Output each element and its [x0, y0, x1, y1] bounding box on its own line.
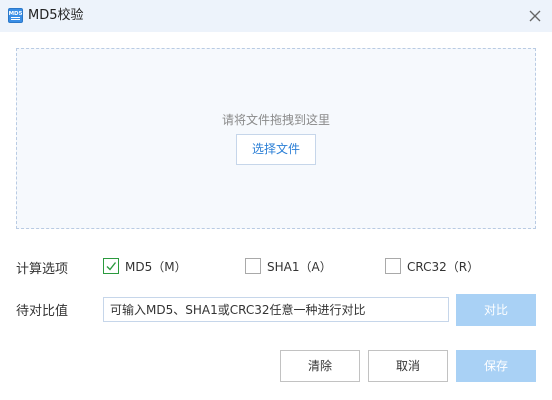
- checkmark-icon: [106, 262, 117, 271]
- compare-value-input[interactable]: [103, 297, 449, 322]
- title-bar: MD5 MD5校验: [0, 0, 552, 32]
- cancel-button[interactable]: 取消: [368, 350, 448, 382]
- choose-file-button[interactable]: 选择文件: [236, 134, 316, 165]
- md5-option[interactable]: MD5（M）: [103, 257, 187, 275]
- compare-button[interactable]: 对比: [456, 294, 536, 326]
- sha1-option-label: SHA1（A）: [267, 259, 332, 274]
- md5-checkbox[interactable]: [103, 258, 119, 274]
- compare-label: 待对比值: [16, 304, 69, 319]
- md5-option-label: MD5（M）: [125, 259, 187, 274]
- crc32-checkbox[interactable]: [385, 258, 401, 274]
- md5-app-icon: MD5: [8, 8, 23, 23]
- md5-icon-text: MD5: [9, 11, 23, 17]
- sha1-checkbox[interactable]: [245, 258, 261, 274]
- sha1-option[interactable]: SHA1（A）: [245, 257, 332, 275]
- save-button[interactable]: 保存: [456, 350, 536, 382]
- clear-button[interactable]: 清除: [280, 350, 360, 382]
- crc32-option-label: CRC32（R）: [407, 259, 480, 274]
- close-icon[interactable]: [526, 7, 544, 25]
- options-label: 计算选项: [16, 262, 69, 277]
- window-title: MD5校验: [28, 8, 84, 23]
- file-drop-zone[interactable]: 请将文件拖拽到这里 选择文件: [16, 48, 536, 229]
- drop-hint-text: 请将文件拖拽到这里: [221, 113, 330, 127]
- crc32-option[interactable]: CRC32（R）: [385, 257, 479, 275]
